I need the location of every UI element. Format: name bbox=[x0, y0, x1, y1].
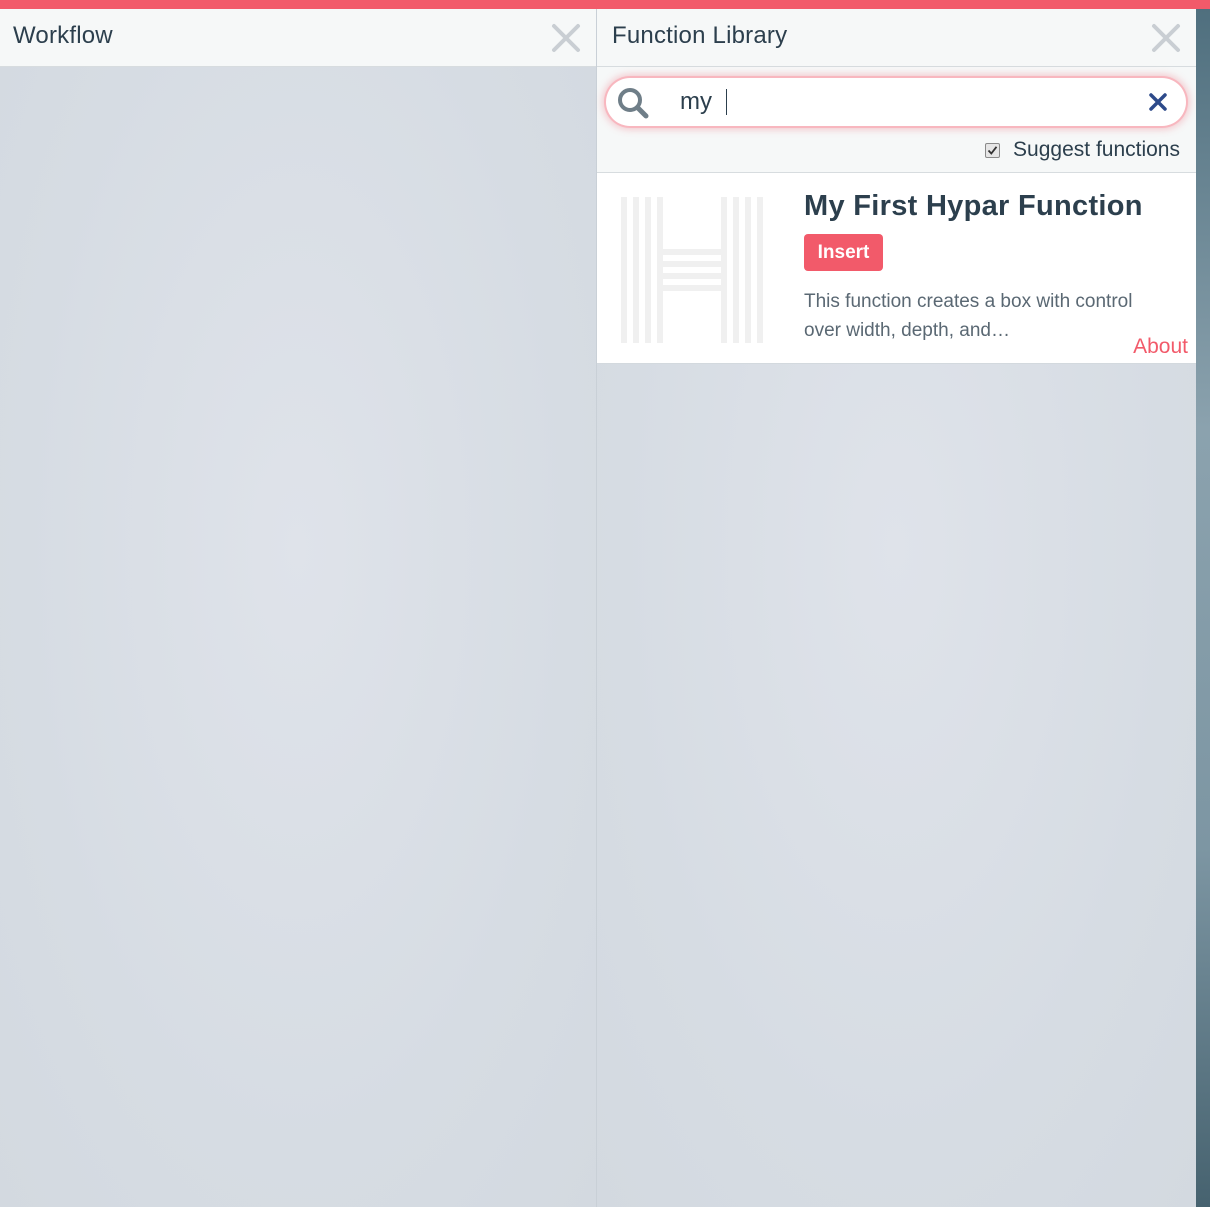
function-description: This function creates a box with control… bbox=[804, 291, 1133, 341]
right-edge-panel bbox=[1196, 9, 1210, 1207]
workflow-panel: Workflow bbox=[0, 9, 597, 1207]
hypar-logo-icon bbox=[621, 197, 763, 343]
function-result-card[interactable]: My First Hypar Function Insert This func… bbox=[597, 173, 1196, 364]
function-library-panel: Function Library my Suggest functions My… bbox=[597, 9, 1196, 1207]
search-area: Suggest functions bbox=[597, 67, 1196, 173]
function-library-header: Function Library bbox=[597, 9, 1196, 67]
insert-button[interactable]: Insert bbox=[804, 234, 883, 271]
about-link[interactable]: About bbox=[1133, 335, 1188, 359]
clear-search-button[interactable] bbox=[1148, 92, 1168, 112]
text-caret bbox=[726, 89, 727, 115]
function-library-title: Function Library bbox=[612, 22, 788, 49]
search-box[interactable] bbox=[606, 78, 1186, 126]
close-icon bbox=[1152, 24, 1180, 52]
top-accent-bar bbox=[0, 0, 1210, 9]
search-input[interactable] bbox=[680, 86, 1120, 118]
workflow-close-button[interactable] bbox=[550, 22, 582, 54]
function-library-close-button[interactable] bbox=[1150, 22, 1182, 54]
clear-icon bbox=[1149, 93, 1167, 111]
close-icon bbox=[552, 24, 580, 52]
workflow-panel-header: Workflow bbox=[0, 9, 596, 67]
suggest-functions-label: Suggest functions bbox=[1013, 138, 1180, 161]
workflow-panel-title: Workflow bbox=[13, 22, 113, 49]
function-title: My First Hypar Function bbox=[804, 190, 1143, 222]
suggest-functions-toggle[interactable]: Suggest functions bbox=[985, 137, 1180, 163]
check-icon bbox=[987, 145, 998, 155]
search-icon bbox=[618, 88, 649, 119]
suggest-functions-checkbox[interactable] bbox=[985, 142, 1001, 158]
